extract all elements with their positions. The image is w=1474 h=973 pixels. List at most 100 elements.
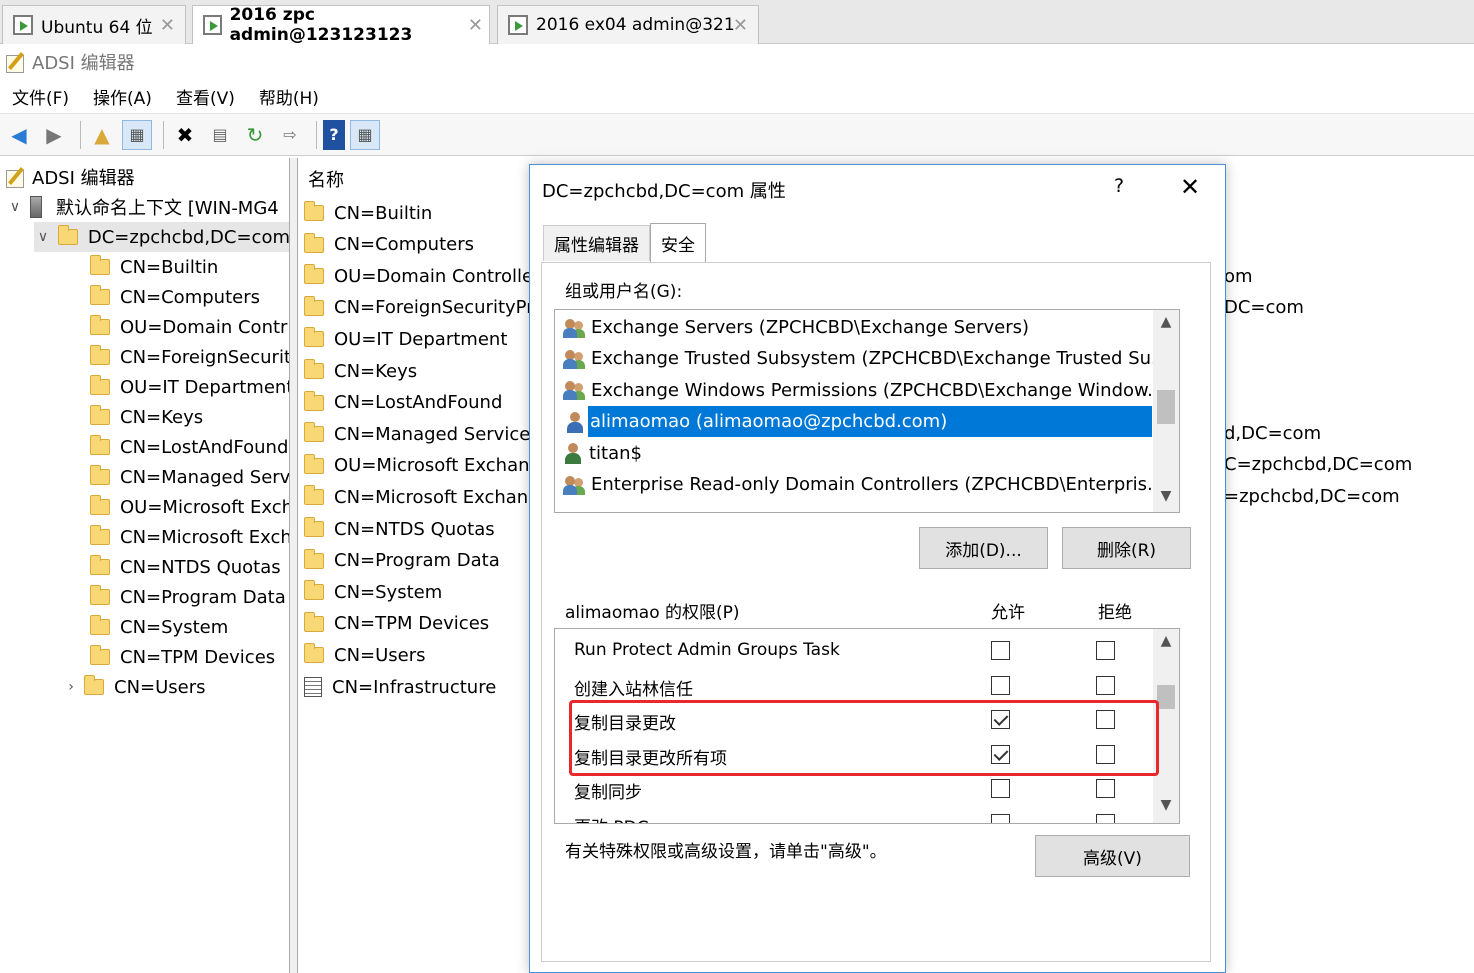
tree-item[interactable]: CN=Program Data: [90, 582, 286, 612]
expanded-chevron-icon[interactable]: ∨: [34, 229, 52, 245]
tree-item[interactable]: CN=Builtin: [90, 252, 218, 282]
tab-attribute-editor[interactable]: 属性编辑器: [543, 225, 650, 261]
deny-checkbox[interactable]: [1096, 779, 1115, 798]
help-icon[interactable]: ?: [323, 119, 345, 150]
column-header-name[interactable]: 名称: [308, 166, 344, 192]
list-item[interactable]: CN=ForeignSecurityPri: [304, 293, 539, 323]
list-item[interactable]: CN=LostAndFound: [304, 388, 502, 418]
pane-splitter[interactable]: [290, 158, 298, 973]
list-item[interactable]: CN=Keys: [304, 356, 417, 386]
group-list-scrollbar[interactable]: ▲ ▼: [1153, 310, 1179, 512]
delete-icon[interactable]: ✖: [170, 120, 200, 150]
deny-checkbox[interactable]: [1096, 710, 1115, 729]
expanded-chevron-icon[interactable]: ∨: [6, 199, 24, 215]
scroll-down-icon[interactable]: ▼: [1153, 488, 1179, 510]
tab-security[interactable]: 安全: [650, 223, 706, 263]
forward-arrow-icon[interactable]: ▶: [39, 120, 69, 150]
advanced-button[interactable]: 高级(V): [1035, 835, 1190, 877]
list-item[interactable]: CN=Managed Service: [304, 419, 530, 449]
list-item[interactable]: CN=Microsoft Exchang: [304, 482, 540, 512]
export-list-icon[interactable]: ⇨: [275, 120, 305, 150]
group-user-row[interactable]: titan$: [563, 438, 1153, 469]
menu-action[interactable]: 操作(A): [93, 84, 152, 109]
scroll-down-icon[interactable]: ▼: [1153, 797, 1179, 819]
show-tree-icon[interactable]: ▦: [122, 119, 152, 150]
dialog-help-button[interactable]: ?: [1114, 175, 1124, 197]
list-item[interactable]: OU=Domain Controlle: [304, 261, 533, 291]
list-item[interactable]: CN=TPM Devices: [304, 609, 489, 639]
show-action-pane-icon[interactable]: ▦: [350, 119, 380, 150]
advanced-note: 有关特殊权限或高级设置，请单击"高级"。: [565, 842, 887, 862]
refresh-icon[interactable]: ↻: [240, 120, 270, 150]
tree-item[interactable]: CN=TPM Devices: [90, 642, 275, 672]
close-icon[interactable]: ✕: [733, 15, 748, 36]
list-item[interactable]: CN=Users: [304, 640, 426, 670]
folder-icon: [90, 465, 110, 485]
group-user-list[interactable]: Exchange Servers (ZPCHCBD\Exchange Serve…: [554, 309, 1180, 513]
tree-item[interactable]: OU=Domain Contr: [90, 312, 287, 342]
up-folder-icon[interactable]: ▲: [87, 120, 117, 150]
list-item[interactable]: CN=Infrastructure: [304, 672, 496, 702]
tree-item[interactable]: CN=LostAndFound: [90, 432, 288, 462]
back-arrow-icon[interactable]: ◀: [4, 120, 34, 150]
allow-checkbox[interactable]: [991, 710, 1010, 729]
properties-icon[interactable]: ▤: [205, 120, 235, 150]
allow-checkbox[interactable]: [991, 813, 1010, 823]
group-user-row[interactable]: Exchange Servers (ZPCHCBD\Exchange Serve…: [563, 312, 1153, 343]
collapsed-chevron-icon[interactable]: ›: [62, 679, 80, 695]
tree-item[interactable]: › CN=Users: [66, 672, 206, 702]
scroll-thumb[interactable]: [1157, 390, 1175, 424]
list-item[interactable]: CN=System: [304, 577, 442, 607]
tree-domain[interactable]: ∨ DC=zpchcbd,DC=com: [34, 222, 289, 252]
deny-checkbox[interactable]: [1096, 813, 1115, 823]
scroll-thumb[interactable]: [1157, 685, 1175, 709]
tree-item[interactable]: CN=Keys: [90, 402, 203, 432]
menu-view[interactable]: 查看(V): [176, 84, 235, 109]
scroll-up-icon[interactable]: ▲: [1153, 314, 1179, 336]
vm-tab-2016-zpc[interactable]: 2016 zpc admin@123123123 ✕: [192, 5, 490, 45]
allow-checkbox[interactable]: [991, 744, 1010, 764]
tree-item-label: OU=Domain Contr: [120, 316, 288, 338]
group-user-row[interactable]: Exchange Trusted Subsystem (ZPCHCBD\Exch…: [563, 343, 1153, 374]
tree-item[interactable]: CN=ForeignSecurit: [90, 342, 289, 372]
tree-item[interactable]: OU=Microsoft Exch: [90, 492, 289, 522]
tree-item[interactable]: CN=Computers: [90, 282, 260, 312]
group-user-row[interactable]: Exchange Windows Permissions (ZPCHCBD\Ex…: [563, 375, 1153, 406]
group-user-name: titan$: [589, 442, 643, 464]
folder-icon: [304, 517, 324, 537]
list-item[interactable]: OU=IT Department: [304, 324, 507, 354]
tree-item[interactable]: CN=System: [90, 612, 228, 642]
list-item[interactable]: CN=Computers: [304, 230, 474, 260]
vm-tab-2016-ex04[interactable]: 2016 ex04 admin@321 ✕: [497, 5, 759, 44]
tree-item-label: CN=Program Data: [120, 586, 286, 608]
list-item[interactable]: OU=Microsoft Exchang: [304, 451, 541, 481]
deny-checkbox[interactable]: [1096, 675, 1115, 695]
tree-naming-context[interactable]: ∨ 默认命名上下文 [WIN-MG4: [6, 192, 279, 222]
deny-checkbox[interactable]: [1096, 744, 1115, 764]
vm-tab-ubuntu[interactable]: Ubuntu 64 位 ✕: [2, 5, 186, 44]
close-icon[interactable]: ✕: [468, 15, 483, 36]
list-item[interactable]: CN=Builtin: [304, 198, 432, 228]
dialog-close-button[interactable]: ✕: [1180, 173, 1200, 201]
add-button[interactable]: 添加(D)...: [919, 527, 1048, 569]
close-icon[interactable]: ✕: [160, 15, 175, 36]
tree-item[interactable]: CN=NTDS Quotas: [90, 552, 281, 582]
tree-item[interactable]: OU=IT Department: [90, 372, 289, 402]
list-item[interactable]: CN=NTDS Quotas: [304, 514, 495, 544]
allow-checkbox[interactable]: [991, 779, 1010, 798]
tree-item[interactable]: CN=Microsoft Exch: [90, 522, 289, 552]
menu-help[interactable]: 帮助(H): [259, 84, 319, 109]
group-user-row[interactable]: Enterprise Read-only Domain Controllers …: [563, 469, 1153, 500]
list-item[interactable]: CN=Program Data: [304, 546, 500, 576]
group-user-row[interactable]: alimaomao (alimaomao@zpchcbd.com): [567, 406, 1152, 438]
deny-checkbox[interactable]: [1096, 641, 1115, 660]
remove-button[interactable]: 删除(R): [1062, 527, 1191, 569]
allow-checkbox[interactable]: [991, 675, 1010, 695]
allow-checkbox[interactable]: [991, 641, 1010, 660]
menu-file[interactable]: 文件(F): [12, 84, 69, 109]
permissions-scrollbar[interactable]: ▲ ▼: [1153, 629, 1179, 823]
tree-root[interactable]: ADSI 编辑器: [4, 162, 135, 192]
tree-item[interactable]: CN=Managed Serv: [90, 462, 289, 492]
server-icon: [30, 196, 42, 218]
scroll-up-icon[interactable]: ▲: [1153, 633, 1179, 655]
